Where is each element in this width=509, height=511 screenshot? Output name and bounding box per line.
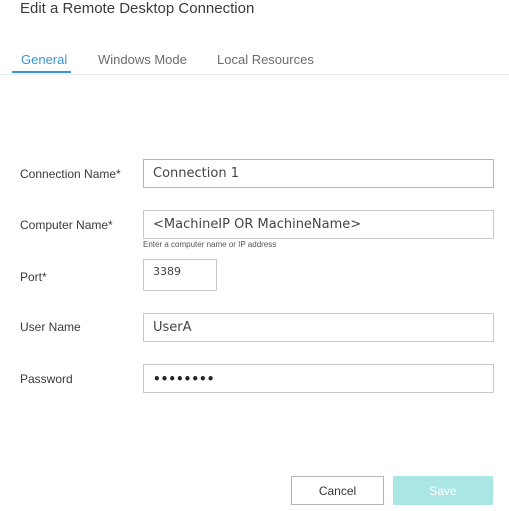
password-input[interactable]: •••••••• (143, 364, 494, 393)
password-value: •••••••• (153, 371, 215, 386)
computer-name-input[interactable]: <MachineIP OR MachineName> (143, 210, 494, 239)
user-name-value: UserA (153, 320, 192, 335)
tab-general[interactable]: General (21, 52, 67, 68)
edit-remote-desktop-dialog: Edit a Remote Desktop Connection General… (0, 0, 509, 511)
tab-windows-mode[interactable]: Windows Mode (98, 52, 187, 68)
cancel-button[interactable]: Cancel (291, 476, 384, 505)
tab-bar: General Windows Mode Local Resources (0, 52, 509, 75)
connection-name-label: Connection Name* (20, 167, 121, 181)
port-label: Port* (20, 270, 47, 284)
port-input[interactable]: 3389 (143, 259, 217, 291)
tab-local-resources[interactable]: Local Resources (217, 52, 314, 68)
password-label: Password (20, 372, 73, 386)
save-button[interactable]: Save (393, 476, 493, 505)
computer-name-helper-text: Enter a computer name or IP address (143, 240, 277, 249)
computer-name-value: <MachineIP OR MachineName> (153, 217, 362, 232)
connection-name-value: Connection 1 (153, 166, 239, 181)
active-tab-indicator (12, 71, 71, 73)
dialog-title: Edit a Remote Desktop Connection (20, 0, 255, 17)
user-name-label: User Name (20, 320, 81, 334)
user-name-input[interactable]: UserA (143, 313, 494, 342)
port-value: 3389 (153, 265, 181, 278)
connection-name-input[interactable]: Connection 1 (143, 159, 494, 188)
computer-name-label: Computer Name* (20, 218, 113, 232)
